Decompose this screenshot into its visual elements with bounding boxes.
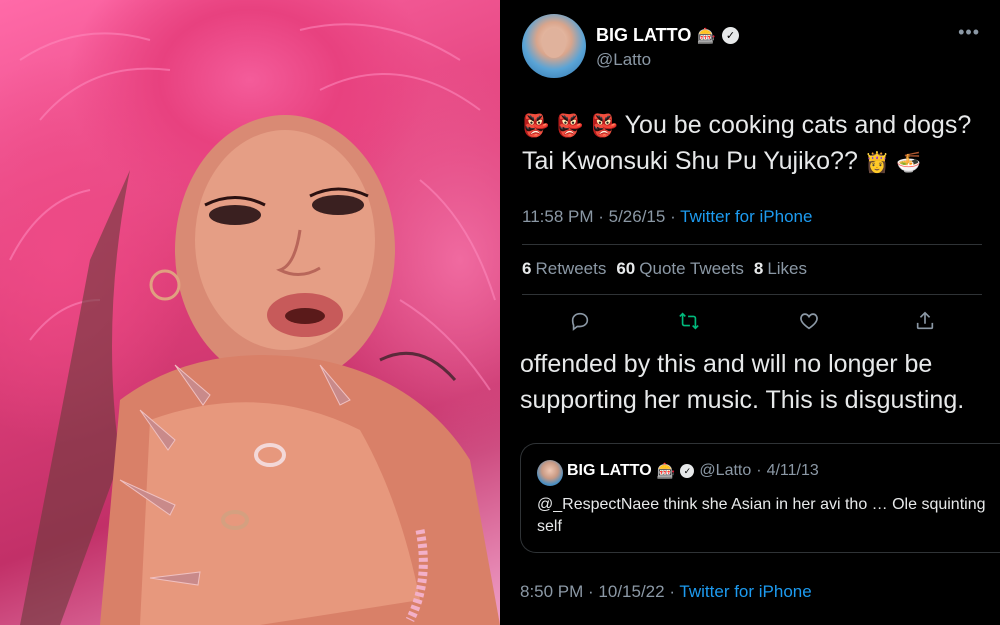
tweet-text: 👺 👺 👺 You be cooking cats and dogs? Tai … — [522, 108, 992, 180]
quoted-tweet-card[interactable]: BIG LATTO 🎰 ✓ @Latto · 4/11/13 @_Respect… — [520, 443, 1000, 553]
reply-text: offended by this and will no longer be s… — [520, 350, 965, 414]
quotes-stat[interactable]: 60 Quote Tweets — [616, 259, 744, 279]
goblin-emoji: 👺 👺 👺 — [522, 114, 619, 139]
author-handle[interactable]: @Latto — [596, 50, 651, 70]
likes-count: 8 — [753, 259, 764, 278]
reply-time[interactable]: 8:50 PM — [520, 582, 583, 601]
tweet-date[interactable]: 5/26/15 — [609, 207, 666, 226]
photo-illustration — [9, 23, 500, 625]
tweet-panel: BIG LATTO 🎰 ✓ @Latto ••• 👺 👺 👺 You be co… — [500, 0, 1000, 625]
reply-source-link[interactable]: Twitter for iPhone — [679, 582, 811, 601]
more-dots-icon[interactable]: ••• — [958, 22, 980, 43]
author-name-row[interactable]: BIG LATTO 🎰 ✓ — [596, 25, 740, 46]
tweet-stats: 6 Retweets 60 Quote Tweets 8 Likes — [522, 259, 807, 279]
end-emoji: 👸 🍜 — [864, 150, 921, 174]
verified-badge-icon: ✓ — [722, 27, 740, 44]
display-name[interactable]: BIG LATTO — [596, 25, 691, 46]
share-icon[interactable] — [910, 306, 940, 336]
quoted-text: @_RespectNaee think she Asian in her avi… — [537, 496, 986, 535]
like-icon[interactable] — [794, 306, 824, 336]
slot-machine-emoji: 🎰 — [697, 26, 717, 45]
retweets-count: 6 — [522, 259, 532, 278]
tweet-time[interactable]: 11:58 PM — [522, 207, 594, 226]
quotes-label: Quote Tweets — [639, 259, 744, 278]
reply-timestamp: 8:50 PM · 10/15/22 · Twitter for iPhone — [520, 582, 812, 601]
tweet-source-link[interactable]: Twitter for iPhone — [680, 207, 812, 226]
verified-badge-icon: ✓ — [680, 464, 695, 478]
likes-stat[interactable]: 8 Likes — [754, 259, 807, 279]
quoted-display-name[interactable]: BIG LATTO — [567, 462, 652, 480]
quotes-count: 60 — [616, 259, 636, 278]
quoted-header: BIG LATTO 🎰 ✓ @Latto · 4/11/13 — [567, 462, 819, 480]
tweet-actions — [522, 306, 982, 336]
quoted-date[interactable]: 4/11/13 — [767, 462, 819, 480]
retweets-stat[interactable]: 6 Retweets — [522, 259, 606, 279]
reply-date[interactable]: 10/15/22 — [598, 582, 664, 601]
profile-photo — [0, 0, 500, 625]
slot-machine-emoji: 🎰 — [656, 462, 676, 480]
avatar[interactable] — [522, 14, 586, 78]
retweet-icon[interactable] — [674, 306, 704, 336]
reply-icon[interactable] — [565, 306, 595, 336]
retweets-label: Retweets — [535, 259, 607, 278]
quoted-separator: · — [756, 462, 762, 479]
quoted-handle[interactable]: @Latto — [699, 462, 751, 480]
divider — [522, 294, 982, 295]
divider — [522, 244, 982, 245]
likes-label: Likes — [767, 259, 808, 278]
quoted-avatar[interactable] — [537, 460, 563, 486]
tweet-timestamp: 11:58 PM · 5/26/15 · Twitter for iPhone — [522, 207, 813, 226]
